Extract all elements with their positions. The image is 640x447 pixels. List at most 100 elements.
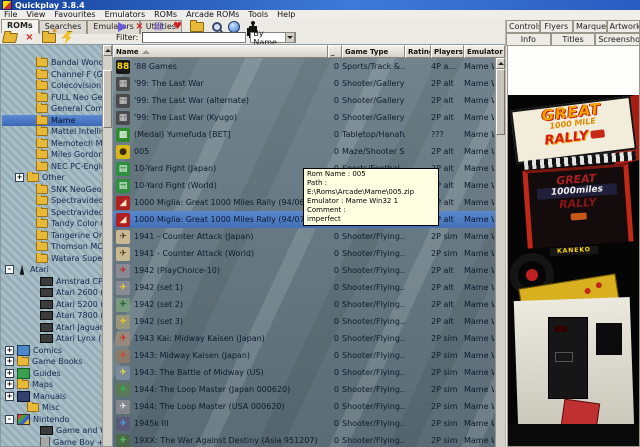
game-row[interactable]: ✈ 1943 Kai: Midway Kaisen (Japan) 0 Shoo… bbox=[113, 330, 496, 347]
game-row[interactable]: ▩ (Medal) Yumefuda [BET] 0 Tabletop/Hana… bbox=[113, 126, 496, 143]
tree-item[interactable]: Spectravideo MSX ... bbox=[2, 195, 103, 207]
filter-input[interactable] bbox=[142, 32, 246, 43]
tree-item[interactable]: + Game Books bbox=[2, 356, 103, 368]
tree-item[interactable]: Game Boy + Game ... bbox=[2, 437, 103, 447]
delete-icon[interactable]: × bbox=[23, 32, 36, 44]
column-header-count[interactable]: _ bbox=[328, 45, 342, 58]
game-row[interactable]: 88 '88 Games 0 Sports/Track &... 4P a...… bbox=[113, 58, 496, 75]
scrollbar-thumb[interactable] bbox=[103, 70, 112, 128]
game-row[interactable]: ● 005 0 Maze/Shooter S... 2P alt Mame Wi… bbox=[113, 143, 496, 160]
expand-toggle-icon[interactable]: + bbox=[5, 369, 14, 378]
folder-icon[interactable] bbox=[190, 22, 204, 32]
game-row[interactable]: ✈ 1943: Midway Kaisen (Japan) 0 Shooter/… bbox=[113, 347, 496, 364]
tree-item[interactable]: Mame bbox=[2, 115, 103, 127]
game-icon: ✈ bbox=[116, 247, 130, 261]
tree-item[interactable]: Memotech MTX (Goo... bbox=[2, 138, 103, 150]
game-row[interactable]: ✈ 1942 (set 2) 0 Shooter/Flying... 2P al… bbox=[113, 296, 496, 313]
game-row[interactable]: ✈ 1941 - Counter Attack (Japan) 0 Shoote… bbox=[113, 228, 496, 245]
game-row[interactable]: ▦ '99: The Last War (alternate) 0 Shoote… bbox=[113, 92, 496, 109]
tree-item[interactable]: SNK NeoGeo Pocket... bbox=[2, 184, 103, 196]
tree-item[interactable]: FULL Neo Geo Pock... bbox=[2, 92, 103, 104]
list-scrollbar[interactable] bbox=[495, 58, 505, 447]
new-folder-icon[interactable] bbox=[42, 33, 56, 43]
artwork-tab[interactable]: Controls bbox=[506, 20, 540, 33]
scroll-up-icon[interactable] bbox=[496, 58, 505, 69]
expand-toggle-icon[interactable]: + bbox=[5, 392, 14, 401]
game-row[interactable]: ✈ 1944: The Loop Master (Japan 000620) 0… bbox=[113, 381, 496, 398]
tree-item[interactable]: Atari 2600 (Good... bbox=[2, 287, 103, 299]
game-row[interactable]: ✈ 1943: The Battle of Midway (US) 0 Shoo… bbox=[113, 364, 496, 381]
menu-item[interactable]: Tools bbox=[248, 10, 268, 19]
expand-toggle-icon[interactable]: - bbox=[5, 415, 14, 424]
game-row[interactable]: ✈ 1945k III 0 Shooter/Flying... 2P sim M… bbox=[113, 415, 496, 432]
expand-toggle-icon[interactable]: + bbox=[5, 380, 14, 389]
menu-item[interactable]: Arcade ROMs bbox=[186, 10, 239, 19]
artwork-tab[interactable]: Flyers bbox=[540, 20, 574, 33]
tree-item[interactable]: Tandy Color Compu... bbox=[2, 218, 103, 230]
menu-item[interactable]: Emulators bbox=[105, 10, 146, 19]
menu-item[interactable]: View bbox=[26, 10, 45, 19]
menu-item[interactable]: ROMs bbox=[154, 10, 177, 19]
game-row[interactable]: ✈ 1944: The Loop Master (USA 000620) 0 S… bbox=[113, 398, 496, 415]
column-header-gametype[interactable]: Game Type bbox=[342, 45, 405, 58]
run-game-icon[interactable] bbox=[118, 22, 127, 32]
tree-item-label: Atari 2600 (Good... bbox=[56, 288, 103, 297]
column-header-rating[interactable]: Rating bbox=[405, 45, 431, 58]
artwork-tab[interactable]: Marquees bbox=[573, 20, 607, 33]
tree-item[interactable]: - Atari bbox=[2, 264, 103, 276]
tree-item[interactable]: + Other bbox=[2, 172, 103, 184]
tree-item[interactable]: Atari Jaguar (Go... bbox=[2, 322, 103, 334]
tree-item[interactable]: + Comics bbox=[2, 345, 103, 357]
combo-dropdown-icon[interactable] bbox=[285, 32, 295, 43]
tree-item[interactable]: Bandai WonderSwan... bbox=[2, 57, 103, 69]
tree-item[interactable]: Game and Watch bbox=[2, 425, 103, 437]
game-row[interactable]: ✈ 1942 (set 3) 0 Shooter/Flying... 2P al… bbox=[113, 313, 496, 330]
game-row[interactable]: ▦ '99: The Last War 0 Shooter/Gallery 2P… bbox=[113, 75, 496, 92]
tree-item[interactable]: General Computer ... bbox=[2, 103, 103, 115]
tree-item[interactable]: + Manuals bbox=[2, 391, 103, 403]
tree-item[interactable]: - Nintendo bbox=[2, 414, 103, 426]
column-header-emulator[interactable]: Emulator bbox=[464, 45, 505, 58]
game-row[interactable]: ✈ 19XX: The War Against Destiny (Asia 95… bbox=[113, 432, 496, 447]
game-row[interactable]: ✈ 1942 (set 1) 0 Shooter/Flying... 2P al… bbox=[113, 279, 496, 296]
menu-item[interactable]: Help bbox=[277, 10, 295, 19]
tree-item[interactable]: Watara SuperVisio... bbox=[2, 253, 103, 265]
scan-icon[interactable] bbox=[62, 31, 73, 45]
tree-item[interactable]: Misc bbox=[2, 402, 103, 414]
tree-item[interactable]: Colecovision (Goo... bbox=[2, 80, 103, 92]
column-header-name[interactable]: Name bbox=[113, 45, 328, 58]
tree-item[interactable]: Atari 5200 (Good... bbox=[2, 299, 103, 311]
game-row[interactable]: ✈ 1942 (PlayChoice-10) 0 Shooter/Flying.… bbox=[113, 262, 496, 279]
scroll-up-icon[interactable] bbox=[103, 45, 112, 56]
tree-item[interactable]: + Guides bbox=[2, 368, 103, 380]
app-icon bbox=[2, 0, 12, 10]
scrollbar-thumb[interactable] bbox=[496, 69, 505, 135]
game-row[interactable]: ▦ '99: The Last War (Kyugo) 0 Shooter/Ga… bbox=[113, 109, 496, 126]
expand-toggle-icon[interactable]: + bbox=[5, 346, 14, 355]
tree-item[interactable]: + Maps bbox=[2, 379, 103, 391]
tree-item[interactable]: Spectravideo MSX ... bbox=[2, 207, 103, 219]
tree-item[interactable]: Atari 7800 (Good... bbox=[2, 310, 103, 322]
tree-item[interactable]: NEC PC-Engine (Tu... bbox=[2, 161, 103, 173]
tree-item[interactable]: Atari Lynx (Good... bbox=[2, 333, 103, 345]
systems-tree: Bandai WonderSwan... Channel F (GoodCh..… bbox=[2, 57, 103, 446]
game-emulator: Mame Win32 1 bbox=[464, 436, 494, 445]
expand-toggle-icon[interactable]: - bbox=[5, 265, 14, 274]
tree-item[interactable]: Thomson MO5 (Good... bbox=[2, 241, 103, 253]
tree-item[interactable]: Mattel Intellivis... bbox=[2, 126, 103, 138]
column-header-players[interactable]: Players bbox=[431, 45, 464, 58]
open-folder-icon[interactable] bbox=[2, 33, 18, 43]
tree-item[interactable]: Amstrad CPC (Goo... bbox=[2, 276, 103, 288]
tree-item[interactable]: Miles Gordon Sam ... bbox=[2, 149, 103, 161]
game-row[interactable]: ✈ 1941 - Counter Attack (World) 0 Shoote… bbox=[113, 245, 496, 262]
sort-by-combo[interactable]: By Name bbox=[250, 32, 296, 43]
tree-item[interactable]: Tangerine Oric (G... bbox=[2, 230, 103, 242]
system-folder-icon bbox=[40, 311, 53, 320]
menu-item[interactable]: File bbox=[4, 10, 17, 19]
sidebar-scrollbar[interactable] bbox=[102, 45, 112, 446]
tree-item[interactable]: Channel F (GoodCh... bbox=[2, 69, 103, 81]
expand-toggle-icon[interactable]: + bbox=[15, 173, 24, 182]
menu-item[interactable]: Favourites bbox=[54, 10, 95, 19]
expand-toggle-icon[interactable]: + bbox=[5, 357, 14, 366]
artwork-tab[interactable]: Artwork bbox=[607, 20, 640, 33]
